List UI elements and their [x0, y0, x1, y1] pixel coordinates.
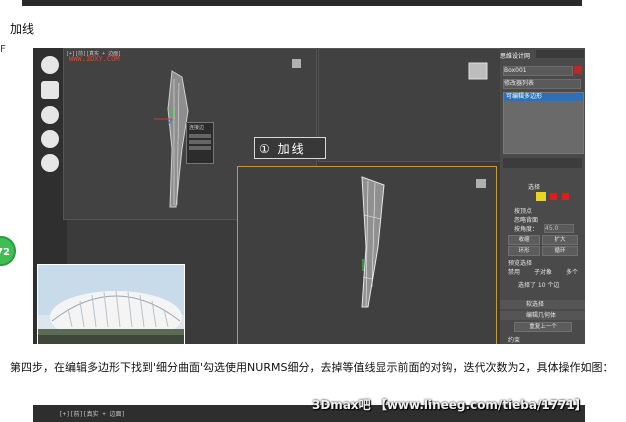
document-icon[interactable] [41, 81, 59, 99]
rollout-soft-selection[interactable]: 软选择 [500, 300, 585, 309]
bottom-watermark: 3Dmax吧 【www.lineeg.com/tieba/1771】 [312, 398, 587, 412]
panel-header: 思维设计网 [500, 53, 531, 60]
previous-image-strip [22, 0, 582, 6]
avatar-icon[interactable] [41, 56, 59, 74]
edge-mode-icon[interactable] [536, 192, 546, 201]
viewport-left-active[interactable] [237, 166, 497, 344]
selection-count: 选择了 10 个边 [518, 282, 560, 289]
popup-field-slide[interactable] [189, 146, 211, 150]
reference-photo [37, 264, 185, 344]
repeat-last-button[interactable]: 重复上一个 [514, 322, 572, 332]
grow-button[interactable]: 扩大 [542, 235, 578, 245]
by-angle-checkbox[interactable]: 按角度： [514, 224, 538, 233]
viewport-perspective[interactable] [318, 48, 508, 162]
constraints-label: 约束 [508, 337, 521, 344]
next-viewport-label: [+][前][真实 + 边面] [59, 411, 126, 418]
command-panel: 思维设计网 Box001 修改器列表 可编辑多边形 选择 按顶点 忽略背面 按角… [500, 48, 585, 344]
rollout-selection[interactable]: 选择 [528, 182, 540, 191]
site-watermark: WWW.3DXY.COM [69, 55, 120, 63]
cloud-icon[interactable] [41, 106, 59, 124]
rollout-edit-geometry[interactable]: 编辑几何体 [500, 311, 585, 320]
preview-subobject-radio[interactable]: 子对象 [534, 267, 552, 276]
modifier-stack[interactable]: 可编辑多边形 [503, 92, 584, 154]
section-heading: 加线 [10, 22, 35, 36]
gear-icon[interactable] [41, 154, 59, 172]
popup-title: 连接边 [189, 125, 205, 131]
panel-tabs[interactable] [536, 50, 584, 58]
page-edge-char: F [0, 44, 6, 55]
popup-field-pinch[interactable] [189, 140, 211, 144]
viewcube-icon [468, 62, 488, 80]
stack-item-editable-poly[interactable]: 可编辑多边形 [504, 93, 583, 101]
max-screenshot: [+][前][真实 + 边面] 连接边 WWW.3DXY.COM ① 加线 思维… [33, 48, 585, 344]
preview-multi-radio[interactable]: 多个 [566, 267, 578, 276]
step-annotation: ① 加线 [254, 137, 326, 159]
angle-value-field[interactable]: 45.0 [544, 224, 574, 233]
connect-edges-popup[interactable]: 连接边 [186, 122, 214, 164]
loop-button[interactable]: 循环 [542, 246, 578, 256]
stack-toolbar[interactable] [503, 158, 582, 168]
object-name-field[interactable]: Box001 [503, 66, 573, 76]
floating-badge[interactable]: 72 [0, 236, 16, 266]
shrink-button[interactable]: 收缩 [508, 235, 540, 245]
border-mode-icon[interactable] [550, 193, 557, 200]
element-mode-icon[interactable] [562, 193, 569, 200]
mesh-wireframe-zoom [361, 176, 486, 308]
preview-disabled-radio[interactable]: 禁用 [508, 267, 520, 276]
popup-field-segments[interactable] [189, 134, 211, 138]
instruction-paragraph: 第四步，在编辑多边形下找到'细分曲面'勾选使用NURMS细分，去掉等值线显示前面… [10, 361, 614, 374]
by-vertex-checkbox[interactable]: 按顶点 [514, 206, 532, 215]
ring-button[interactable]: 环形 [508, 246, 540, 256]
ignore-backface-checkbox[interactable]: 忽略背面 [514, 215, 538, 224]
modifier-list-dropdown[interactable]: 修改器列表 [503, 79, 581, 89]
preview-selection-label: 预览选择 [508, 260, 533, 267]
heart-icon[interactable] [41, 130, 59, 148]
object-color-swatch[interactable] [574, 66, 582, 74]
